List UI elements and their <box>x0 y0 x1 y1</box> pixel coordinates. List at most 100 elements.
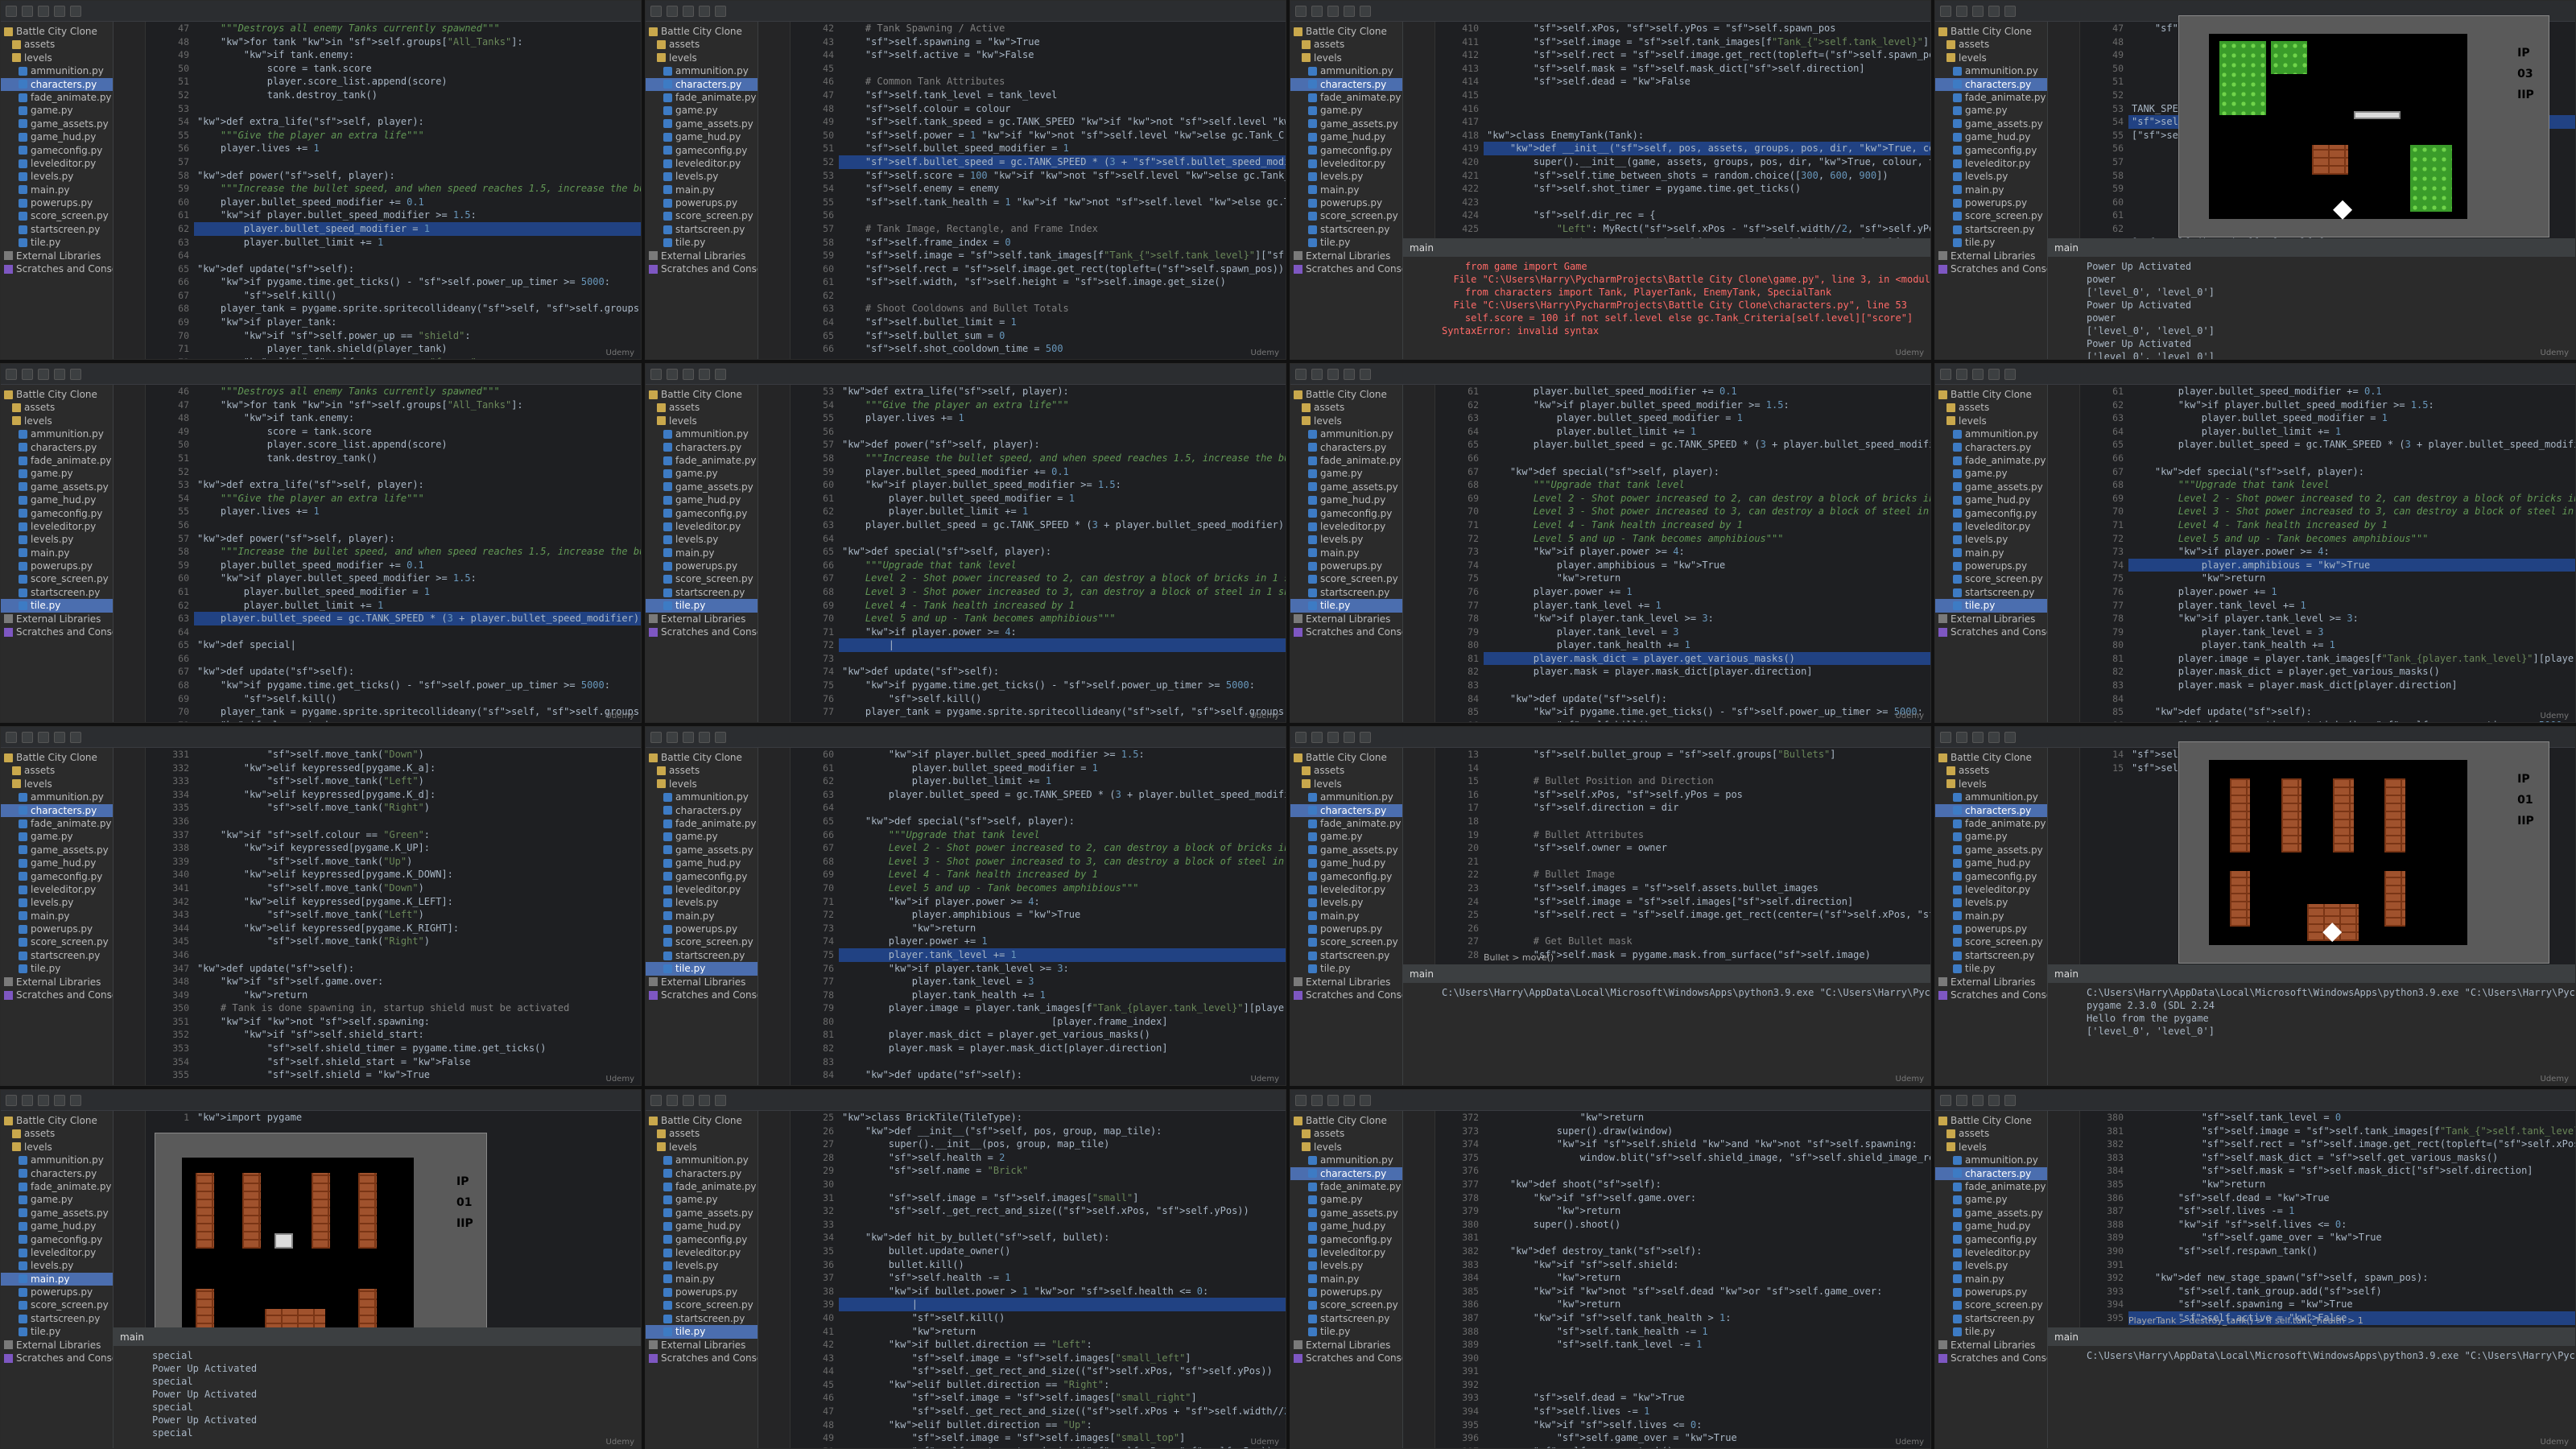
tree-item[interactable]: game_assets.py <box>1 1207 113 1220</box>
tree-item[interactable]: game.py <box>1 104 113 117</box>
tree-item[interactable]: Battle City Clone <box>1935 388 2047 401</box>
tree-item[interactable]: gameconfig.py <box>646 144 758 157</box>
tree-item[interactable]: characters.py <box>1290 77 1402 91</box>
tree-item[interactable]: powerups.py <box>1935 196 2047 209</box>
settings-icon[interactable] <box>683 368 694 380</box>
tree-item[interactable]: levels.py <box>1290 170 1402 183</box>
tree-item[interactable]: Scratches and Consoles <box>646 1352 758 1364</box>
tree-item[interactable]: score_screen.py <box>646 935 758 948</box>
tree-item[interactable]: Scratches and Consoles <box>646 625 758 638</box>
run-tab[interactable]: main <box>2048 965 2575 983</box>
tree-item[interactable]: characters.py <box>1 77 113 91</box>
tree-item[interactable]: gameconfig.py <box>646 507 758 520</box>
tree-item[interactable]: leveleditor.py <box>1935 1246 2047 1259</box>
close-icon[interactable] <box>715 5 726 17</box>
tree-item[interactable]: score_screen.py <box>1 1298 113 1311</box>
tree-item[interactable]: startscreen.py <box>646 949 758 962</box>
settings-icon[interactable] <box>1327 731 1339 743</box>
tree-item[interactable]: characters.py <box>646 1167 758 1180</box>
close-icon[interactable] <box>2004 731 2016 743</box>
tree-item[interactable]: game_hud.py <box>1 130 113 143</box>
tree-item[interactable]: startscreen.py <box>646 1312 758 1325</box>
tree-item[interactable]: External Libraries <box>1290 613 1402 625</box>
tree-item[interactable]: fade_animate.py <box>646 454 758 467</box>
tree-item[interactable]: Battle City Clone <box>1290 751 1402 764</box>
tree-item[interactable]: levels <box>1 778 113 791</box>
tree-item[interactable]: Battle City Clone <box>1290 1114 1402 1127</box>
tree-item[interactable]: main.py <box>1290 547 1402 559</box>
tree-item[interactable]: gameconfig.py <box>1935 144 2047 157</box>
tree-item[interactable]: leveleditor.py <box>1 1246 113 1259</box>
tree-item[interactable]: gameconfig.py <box>1 144 113 157</box>
project-icon[interactable] <box>667 5 678 17</box>
code-editor[interactable]: "kw">def extra_life("sf">self, player): … <box>839 385 1286 722</box>
collapse-icon[interactable] <box>699 731 710 743</box>
code-editor[interactable]: """Destroys all enemy Tanks currently sp… <box>194 22 641 359</box>
tree-item[interactable]: External Libraries <box>1290 250 1402 262</box>
tree-item[interactable]: Scratches and Consoles <box>1935 625 2047 638</box>
settings-icon[interactable] <box>683 1094 694 1106</box>
tree-item[interactable]: fade_animate.py <box>1 454 113 467</box>
code-editor[interactable]: "kw">if player.bullet_speed_modifier >= … <box>839 748 1286 1085</box>
tree-item[interactable]: leveleditor.py <box>1935 883 2047 896</box>
settings-icon[interactable] <box>1972 731 1984 743</box>
tree-item[interactable]: game_hud.py <box>1 1220 113 1232</box>
tree-item[interactable]: assets <box>1290 401 1402 414</box>
tree-item[interactable]: External Libraries <box>1 976 113 989</box>
tree-item[interactable]: game_hud.py <box>1290 857 1402 869</box>
tree-item[interactable]: leveleditor.py <box>1290 157 1402 170</box>
tree-item[interactable]: characters.py <box>1290 1166 1402 1180</box>
tree-item[interactable]: ammunition.py <box>646 64 758 77</box>
tree-item[interactable]: leveleditor.py <box>1290 1246 1402 1259</box>
tree-item[interactable]: External Libraries <box>1935 976 2047 989</box>
tree-item[interactable]: game_assets.py <box>1290 118 1402 130</box>
tree-item[interactable]: Battle City Clone <box>1290 25 1402 38</box>
tree-item[interactable]: score_screen.py <box>1935 935 2047 948</box>
close-icon[interactable] <box>2004 1094 2016 1106</box>
menu-icon[interactable] <box>650 731 662 743</box>
menu-icon[interactable] <box>1295 731 1307 743</box>
close-icon[interactable] <box>2004 368 2016 380</box>
tree-item[interactable]: game.py <box>1935 104 2047 117</box>
project-icon[interactable] <box>1311 5 1323 17</box>
tree-item[interactable]: main.py <box>1 1272 113 1286</box>
tree-item[interactable]: Battle City Clone <box>1935 751 2047 764</box>
tree-item[interactable]: game_hud.py <box>1290 1220 1402 1232</box>
tree-item[interactable]: leveleditor.py <box>1935 520 2047 533</box>
tree-item[interactable]: startscreen.py <box>1290 586 1402 599</box>
tree-item[interactable]: game.py <box>1 467 113 480</box>
project-icon[interactable] <box>1956 368 1967 380</box>
tree-item[interactable]: levels <box>646 415 758 427</box>
tree-item[interactable]: startscreen.py <box>1935 223 2047 236</box>
settings-icon[interactable] <box>1972 5 1984 17</box>
tree-item[interactable]: ammunition.py <box>1935 791 2047 803</box>
tree-item[interactable]: startscreen.py <box>1 586 113 599</box>
tree-item[interactable]: game.py <box>1290 830 1402 843</box>
tree-item[interactable]: External Libraries <box>646 976 758 989</box>
tree-item[interactable]: ammunition.py <box>1290 64 1402 77</box>
menu-icon[interactable] <box>1940 368 1951 380</box>
tree-item[interactable]: assets <box>1290 764 1402 777</box>
menu-icon[interactable] <box>650 5 662 17</box>
tree-item[interactable]: game_assets.py <box>646 844 758 857</box>
tree-item[interactable]: fade_animate.py <box>646 817 758 830</box>
tree-item[interactable]: game.py <box>1 830 113 843</box>
tree-item[interactable]: levels.py <box>1 533 113 546</box>
tree-item[interactable]: External Libraries <box>1290 976 1402 989</box>
tree-item[interactable]: game_assets.py <box>1290 844 1402 857</box>
tree-item[interactable]: game.py <box>1935 467 2047 480</box>
collapse-icon[interactable] <box>1344 5 1355 17</box>
tree-item[interactable]: ammunition.py <box>1290 427 1402 440</box>
settings-icon[interactable] <box>38 1094 49 1106</box>
tree-item[interactable]: characters.py <box>1 803 113 817</box>
tree-item[interactable]: levels.py <box>646 896 758 909</box>
tree-item[interactable]: levels <box>1 415 113 427</box>
tree-item[interactable]: game_hud.py <box>1935 130 2047 143</box>
tree-item[interactable]: External Libraries <box>1 613 113 625</box>
code-editor[interactable]: player.bullet_speed_modifier += 0.1 "kw"… <box>2128 385 2575 722</box>
settings-icon[interactable] <box>1327 1094 1339 1106</box>
tree-item[interactable]: leveleditor.py <box>1935 157 2047 170</box>
tree-item[interactable]: startscreen.py <box>1290 1312 1402 1325</box>
tree-item[interactable]: assets <box>646 38 758 51</box>
settings-icon[interactable] <box>1327 5 1339 17</box>
